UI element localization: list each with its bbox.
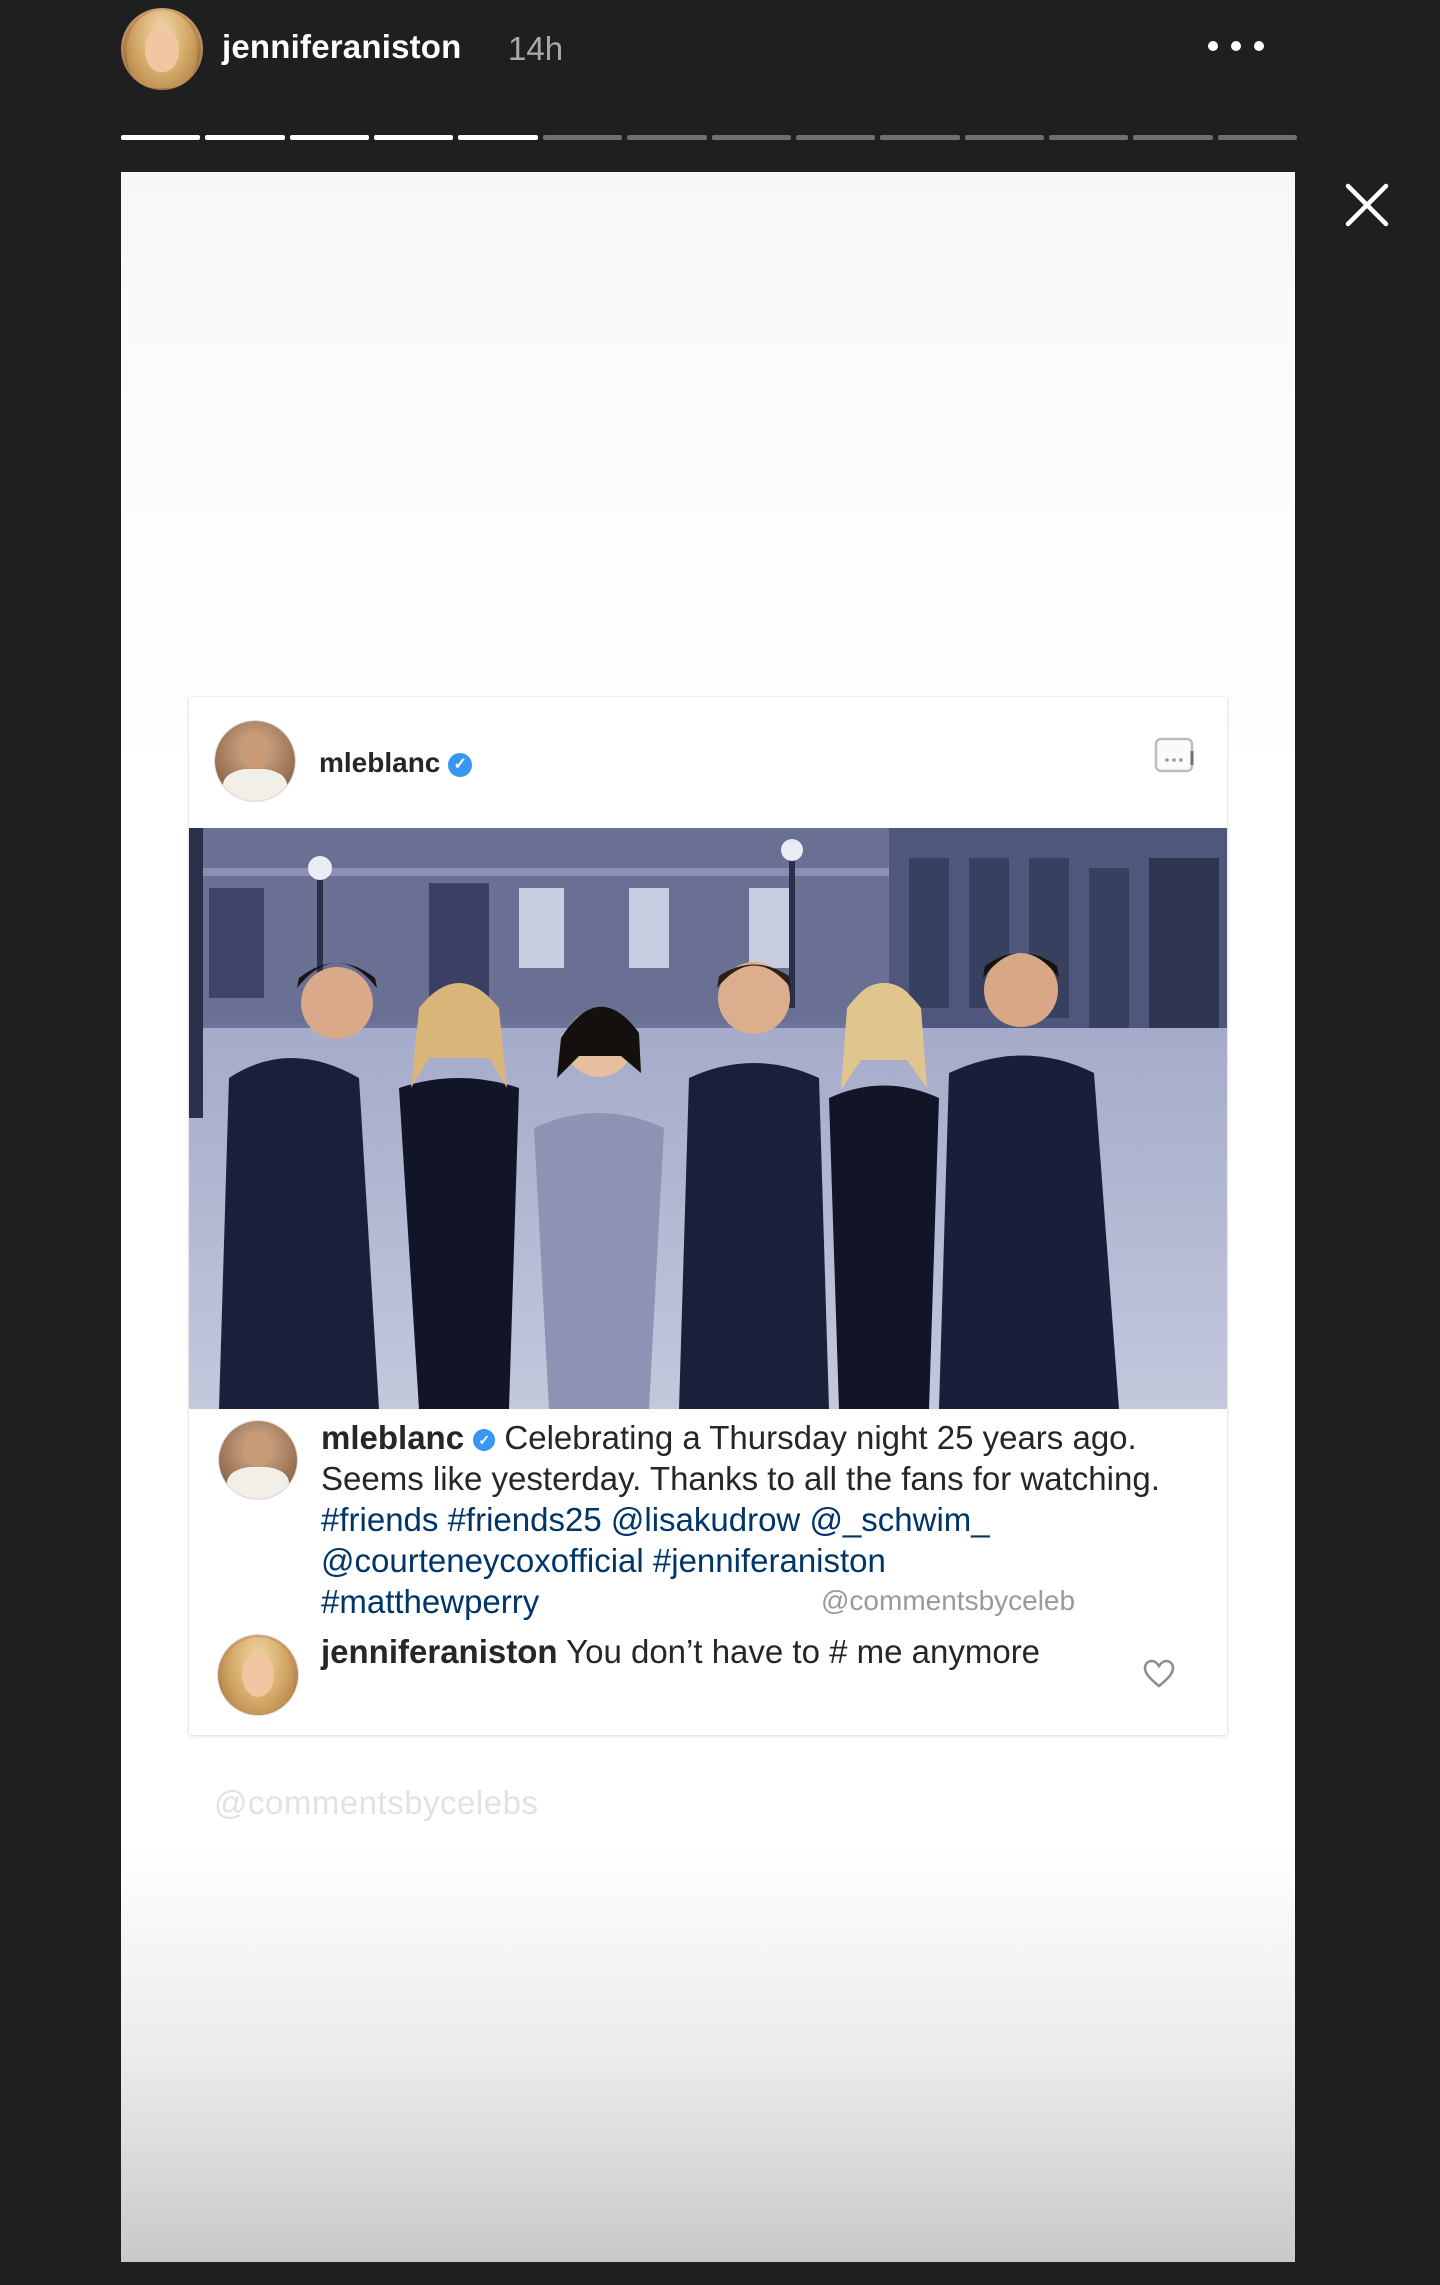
mention: @lisakudrow: [610, 1501, 801, 1538]
comment-author: jenniferaniston: [321, 1633, 558, 1670]
avatar-face: [240, 731, 270, 769]
story-progress-segment: [964, 135, 1044, 140]
story-progress-segment: [289, 135, 370, 140]
person-2: [399, 983, 519, 1409]
story-progress-fill: [289, 135, 370, 140]
story-progress-bar: [121, 135, 1298, 141]
avatar-shirt: [227, 1467, 289, 1499]
story-progress-segment: [205, 135, 285, 140]
avatar-face: [243, 1431, 273, 1467]
story-viewer: jenniferaniston 14h mleblanc ✓ mleblanc …: [0, 0, 1440, 2285]
story-progress-fill: [121, 135, 201, 140]
mention: @courteneycoxofficial: [321, 1542, 644, 1579]
story-progress-segment: [880, 135, 960, 140]
verified-badge-icon: ✓: [473, 1429, 496, 1452]
story-progress-segment: [627, 135, 707, 140]
story-author-avatar[interactable]: [121, 8, 203, 90]
hashtag: #matthewperry: [321, 1583, 540, 1620]
heart-icon: [1143, 1659, 1175, 1688]
story-progress-segment: [1217, 135, 1298, 140]
dot: [1254, 41, 1264, 51]
post-photo: [189, 828, 1227, 1409]
avatar-shirt: [223, 769, 287, 801]
commenter-avatar: [218, 1635, 298, 1715]
dot: [1231, 41, 1241, 51]
verified-badge-icon: ✓: [448, 752, 473, 777]
story-media[interactable]: mleblanc ✓ mleblanc ✓ Celebrating a Thur…: [121, 172, 1295, 2262]
story-progress-fill: [205, 135, 285, 140]
caption-author-avatar: [219, 1421, 297, 1499]
story-progress-segment: [374, 135, 454, 140]
story-author-username[interactable]: jenniferaniston: [222, 28, 462, 66]
comment: jenniferaniston You don’t have to # me a…: [321, 1631, 1061, 1672]
story-progress-fill: [458, 135, 538, 140]
hashtag: #friends25: [447, 1501, 602, 1538]
story-progress-segment: [1048, 135, 1129, 140]
post-header: mleblanc ✓: [189, 697, 1227, 828]
dot: [1208, 41, 1218, 51]
story-progress-segment: [711, 135, 791, 140]
more-options-icon: [1154, 737, 1194, 773]
story-progress-segment: [795, 135, 876, 140]
mention: @_schwim_: [809, 1501, 990, 1538]
post-author-avatar: [215, 721, 295, 801]
avatar-face: [145, 26, 179, 72]
post-caption-section: mleblanc ✓ Celebrating a Thursday night …: [189, 1409, 1227, 1735]
post-author-name: mleblanc: [319, 747, 441, 778]
comment-text: You don’t have to # me anymore: [566, 1633, 1041, 1670]
inline-watermark: @commentsbyceleb: [821, 1585, 1076, 1616]
hashtag: #friends: [321, 1501, 439, 1538]
close-icon[interactable]: [1344, 182, 1390, 228]
more-horizontal-icon[interactable]: [1208, 38, 1264, 54]
caption-author: mleblanc: [321, 1419, 465, 1456]
hashtag: #jenniferaniston: [652, 1542, 886, 1579]
story-progress-segment: [121, 135, 201, 140]
person-5: [829, 983, 939, 1409]
story-progress-segment: [1133, 135, 1213, 140]
embedded-post-screenshot: mleblanc ✓ mleblanc ✓ Celebrating a Thur…: [189, 697, 1227, 1735]
story-progress-segment: [458, 135, 538, 140]
story-timestamp: 14h: [508, 30, 564, 67]
story-watermark: @commentsbycelebs: [214, 1784, 539, 1821]
group-photo-illustration: [189, 828, 1227, 1409]
avatar-face: [242, 1653, 274, 1697]
story-progress-fill: [374, 135, 454, 140]
post-author-username: mleblanc ✓: [319, 747, 473, 779]
story-progress-segment: [542, 135, 623, 140]
